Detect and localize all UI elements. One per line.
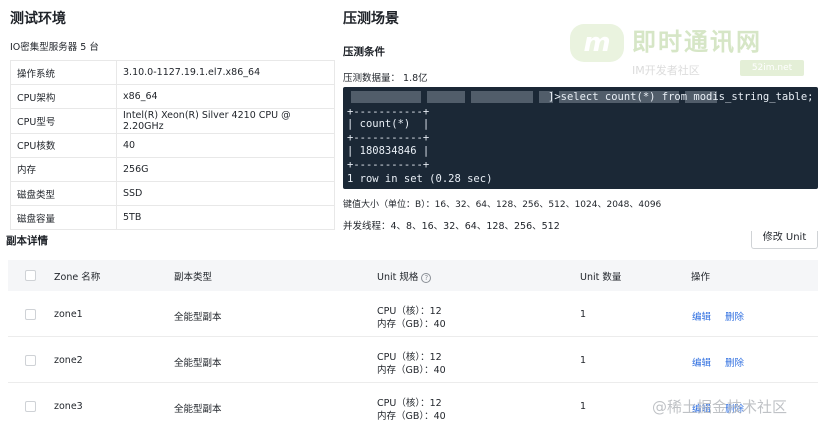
- col-type: 副本类型: [174, 272, 213, 283]
- env-value: 3.10.0-1127.19.1.el7.x86_64: [116, 59, 335, 86]
- env-value: x86_64: [116, 84, 335, 110]
- modify-unit-button[interactable]: 修改 Unit: [751, 231, 818, 249]
- env-subtitle: IO密集型服务器 5 台: [10, 42, 99, 53]
- env-key: 磁盘类型: [10, 180, 117, 207]
- terminal-line: +-----------+: [347, 106, 430, 118]
- table-row: zone1 全能型副本 CPU（核）：12 内存（GB）：40 1 编辑 删除: [8, 291, 818, 337]
- env-value: SSD: [116, 180, 335, 207]
- env-row: 操作系统 3.10.0-1127.19.1.el7.x86_64: [10, 59, 335, 86]
- env-row: CPU架构 x86_64: [10, 84, 335, 110]
- terminal-line: | 180834846 |: [347, 145, 430, 157]
- unit-count: 1: [580, 355, 587, 366]
- help-icon[interactable]: ?: [421, 272, 432, 283]
- watermark-subtitle: IM开发者社区: [632, 64, 700, 77]
- env-row: CPU型号 Intel(R) Xeon(R) Silver 4210 CPU @ …: [10, 108, 335, 134]
- table-row: zone2 全能型副本 CPU（核）：12 内存（GB）：40 1 编辑 删除: [8, 337, 818, 383]
- unit-mem: 内存（GB）：40: [377, 411, 446, 422]
- row-checkbox[interactable]: [25, 309, 36, 320]
- col-zone: Zone 名称: [54, 272, 101, 283]
- env-value: Intel(R) Xeon(R) Silver 4210 CPU @ 2.20G…: [116, 108, 335, 134]
- env-key: 操作系统: [10, 59, 117, 86]
- watermark-badge: 52im.net: [740, 60, 804, 76]
- conditions-title: 压测条件: [343, 46, 385, 58]
- env-row: 内存 256G: [10, 156, 335, 182]
- edit-link[interactable]: 编辑: [692, 355, 711, 369]
- unit-count: 1: [580, 309, 587, 320]
- delete-link[interactable]: 删除: [725, 309, 744, 323]
- watermark: m 即时通讯网 IM开发者社区 52im.net: [570, 22, 816, 80]
- key-size: 键值大小（单位：B）：16、32、64、128、256、512、1024、204…: [343, 200, 662, 210]
- zone-name: zone2: [54, 355, 83, 366]
- col-unit: Unit 规格?: [377, 269, 432, 283]
- juejin-watermark: @稀土掘金技术社区: [652, 398, 788, 416]
- unit-cpu: CPU（核）：12: [377, 306, 442, 317]
- env-value: 256G: [116, 156, 335, 182]
- terminal-line: +-----------+: [347, 159, 430, 171]
- replica-type: 全能型副本: [174, 404, 222, 415]
- unit-cpu: CPU（核）：12: [377, 352, 442, 363]
- row-checkbox[interactable]: [25, 355, 36, 366]
- zone-name: zone1: [54, 309, 83, 320]
- env-value: 5TB: [116, 205, 335, 231]
- col-unit-label: Unit 规格: [377, 272, 419, 283]
- watermark-title: 即时通讯网: [632, 28, 762, 56]
- env-key: CPU架构: [10, 84, 117, 110]
- zone-name: zone3: [54, 401, 83, 412]
- env-title: 测试环境: [10, 11, 66, 27]
- unit-cpu: CPU（核）：12: [377, 398, 442, 409]
- row-checkbox[interactable]: [25, 401, 36, 412]
- terminal-line: 1 row in set (0.28 sec): [347, 173, 493, 185]
- env-row: 磁盘类型 SSD: [10, 180, 335, 207]
- select-all-checkbox[interactable]: [25, 270, 36, 281]
- terminal-screenshot: ]>select count(*) from modis_string_tabl…: [343, 87, 818, 189]
- env-row: CPU核数 40: [10, 132, 335, 158]
- redacted-block: [471, 91, 533, 103]
- replica-table-header: Zone 名称 副本类型 Unit 规格? Unit 数量 操作: [8, 260, 818, 291]
- delete-link[interactable]: 删除: [725, 355, 744, 369]
- edit-link[interactable]: 编辑: [692, 309, 711, 323]
- redacted-block: [351, 91, 421, 103]
- watermark-logo: m: [570, 24, 624, 62]
- unit-mem: 内存（GB）：40: [377, 365, 446, 376]
- env-value: 40: [116, 132, 335, 158]
- terminal-line: +-----------+: [347, 132, 430, 144]
- replica-type: 全能型副本: [174, 358, 222, 369]
- col-count: Unit 数量: [580, 272, 622, 283]
- unit-mem: 内存（GB）：40: [377, 319, 446, 330]
- env-key: CPU型号: [10, 108, 117, 134]
- replica-type: 全能型副本: [174, 312, 222, 323]
- col-action: 操作: [691, 272, 711, 283]
- env-table: 操作系统 3.10.0-1127.19.1.el7.x86_64 CPU架构 x86…: [10, 59, 335, 231]
- unit-count: 1: [580, 401, 587, 412]
- replica-title: 副本详情: [6, 235, 48, 247]
- env-key: 磁盘容量: [10, 205, 117, 231]
- env-row: 磁盘容量 5TB: [10, 205, 335, 231]
- thread-count: 并发线程：4、8、16、32、64、128、256、512: [343, 221, 560, 232]
- env-key: 内存: [10, 156, 117, 182]
- data-volume: 压测数据量： 1.8亿: [343, 73, 428, 84]
- terminal-line: | count(*) |: [347, 118, 430, 130]
- terminal-command: ]>select count(*) from modis_string_tabl…: [548, 91, 814, 103]
- scenario-title: 压测场景: [343, 11, 399, 27]
- redacted-block: [427, 91, 465, 103]
- env-key: CPU核数: [10, 132, 117, 158]
